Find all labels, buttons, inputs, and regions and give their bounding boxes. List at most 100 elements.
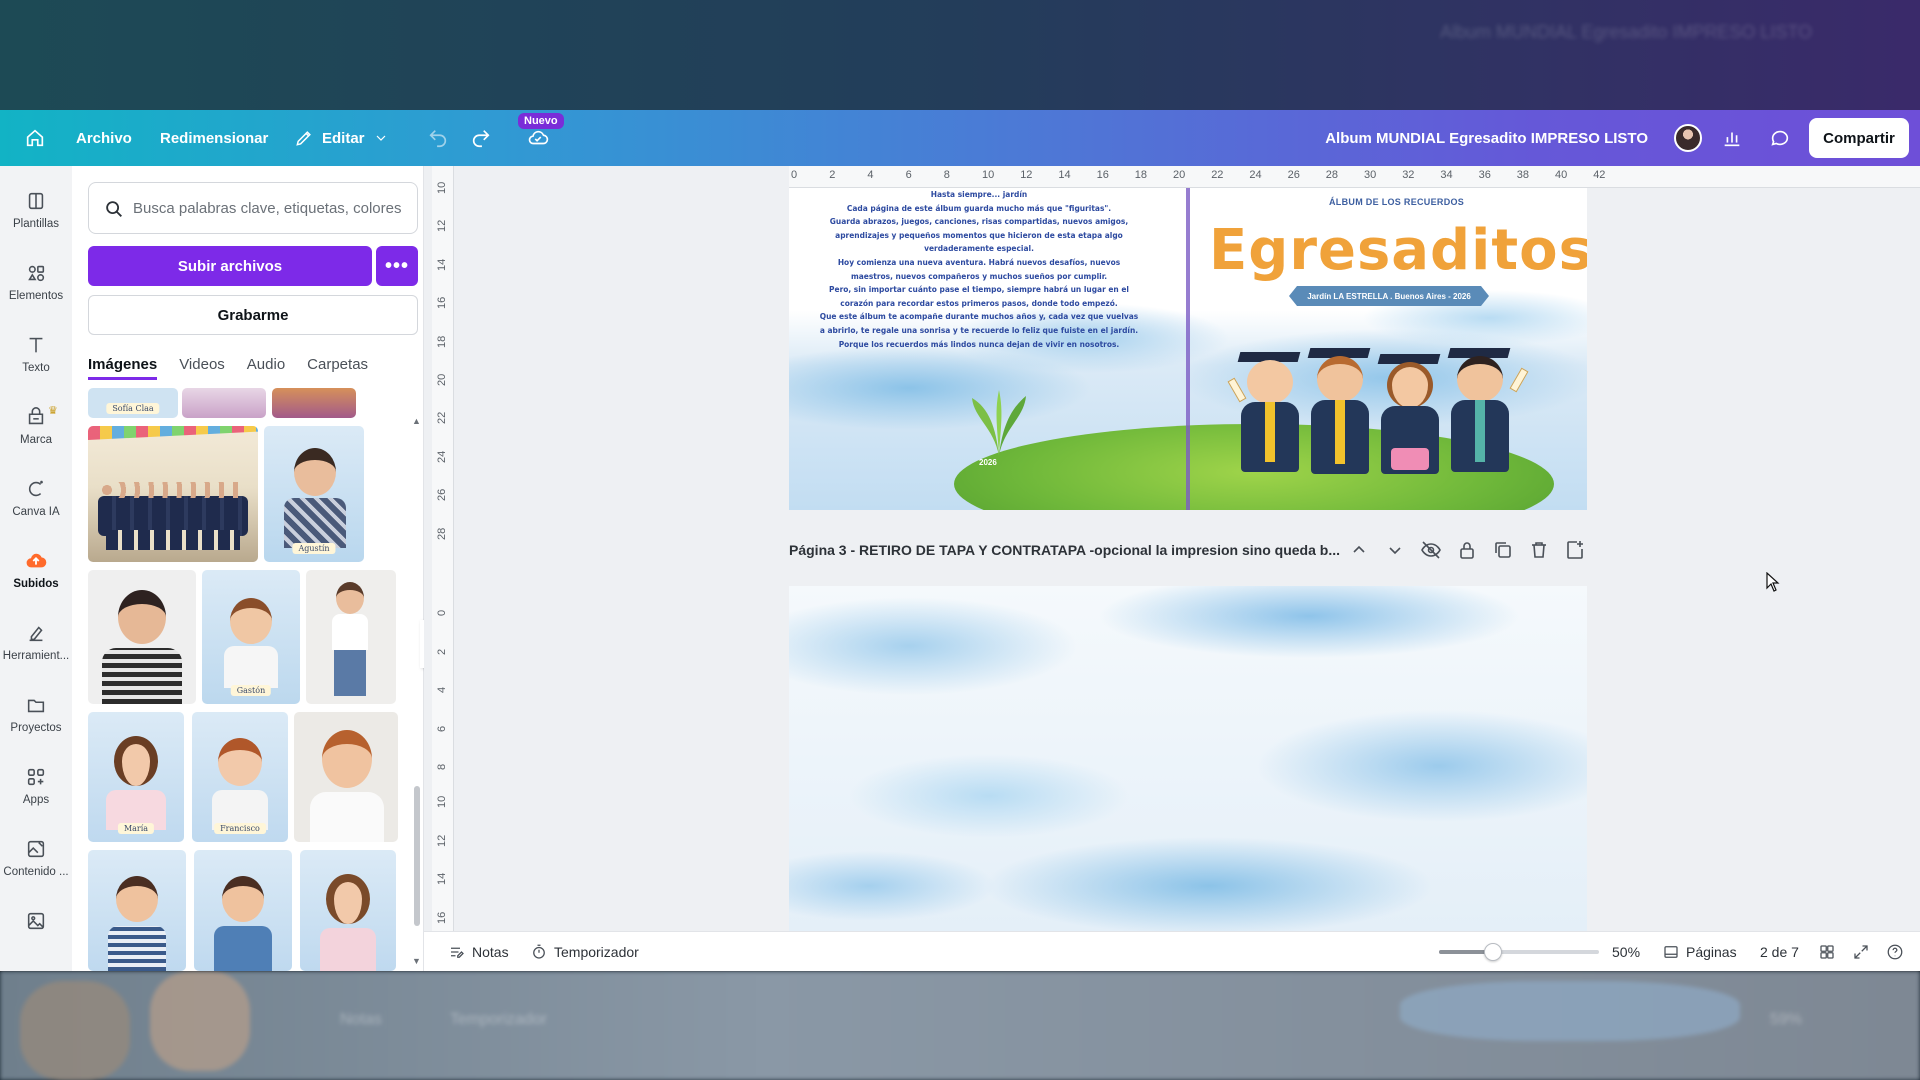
image-thumbnail-francisco[interactable]: Francisco [192, 712, 288, 842]
image-thumbnail[interactable] [294, 712, 398, 842]
fullscreen-button[interactable] [1852, 932, 1870, 971]
rail-item-plantillas[interactable]: Plantillas [0, 190, 72, 252]
hide-page-icon[interactable] [1419, 538, 1443, 562]
poem-line: Hasta siempre... jardín [930, 189, 1028, 199]
editar-dropdown[interactable]: Editar [294, 110, 389, 166]
add-page-icon[interactable] [1563, 538, 1587, 562]
pages-button[interactable]: Páginas [1662, 932, 1737, 971]
rail-item-texto[interactable]: Texto [0, 334, 72, 396]
home-button[interactable] [24, 110, 46, 166]
ruler-tick-label: 42 [1593, 169, 1606, 181]
image-thumbnail[interactable] [272, 388, 356, 418]
redimensionar-button[interactable]: Redimensionar [160, 110, 268, 166]
user-avatar[interactable] [1674, 124, 1702, 152]
scroll-up-arrow[interactable]: ▲ [412, 416, 421, 426]
tab-videos[interactable]: Videos [179, 356, 225, 380]
ruler-tick-label: 24 [1249, 169, 1262, 181]
image-thumbnail[interactable]: Sofía Claa [88, 388, 178, 418]
page-2-spread[interactable]: Hasta siempre... jardín Cada página de e… [789, 188, 1587, 510]
editar-label: Editar [322, 129, 365, 147]
rail-label: Apps [22, 794, 50, 806]
rail-item-elementos[interactable]: Elementos [0, 262, 72, 324]
rail-label: Subidos [13, 578, 59, 590]
insights-button[interactable] [1716, 122, 1748, 154]
rail-item-proyectos[interactable]: Proyectos [0, 694, 72, 756]
rail-item-subidos[interactable]: Subidos [0, 550, 72, 612]
ghost-timer: Temporizador [450, 1011, 547, 1028]
image-thumbnail-class-photo[interactable] [88, 426, 258, 562]
year-tag: 2026 [979, 458, 997, 467]
undo-button[interactable] [427, 110, 449, 166]
rail-item-marca[interactable]: Marca ♛ [0, 405, 72, 468]
ghost-notes: Notas [340, 1011, 382, 1028]
notes-button[interactable]: Notas [448, 932, 509, 971]
graduates-illustration[interactable] [1227, 338, 1529, 498]
duplicate-page-icon[interactable] [1491, 538, 1515, 562]
image-thumbnail[interactable] [300, 850, 396, 971]
page-3-title[interactable]: Página 3 - RETIRO DE TAPA Y CONTRATAPA -… [789, 542, 1359, 558]
image-thumbnail-maria[interactable]: María [88, 712, 184, 842]
rail-item-apps[interactable]: Apps [0, 766, 72, 828]
tab-carpetas[interactable]: Carpetas [307, 356, 368, 380]
upload-files-button[interactable]: Subir archivos [88, 246, 372, 286]
rail-label: Texto [22, 362, 50, 374]
notes-icon [451, 947, 464, 958]
image-thumbnail[interactable] [194, 850, 292, 971]
background-top-blur: Album MUNDIAL Egresadito IMPRESO LISTO [0, 0, 1920, 110]
search-input[interactable]: Busca palabras clave, etiquetas, colores [88, 182, 418, 234]
chevron-up-icon[interactable] [1347, 538, 1371, 562]
image-thumbnail[interactable] [88, 570, 196, 704]
uploaded-images-grid: Sofía Claa Agustín Gastón María Francisc… [88, 388, 408, 971]
chevron-down-icon[interactable] [1383, 538, 1407, 562]
lock-icon[interactable] [1455, 538, 1479, 562]
image-thumbnail[interactable] [182, 388, 266, 418]
thumb-label: Francisco [214, 823, 266, 834]
cover-ribbon[interactable]: Jardín LA ESTRELLA . Buenos Aires - 2026 [1289, 286, 1489, 306]
ruler-tick-label: 6 [905, 169, 912, 181]
share-button[interactable]: Compartir [1809, 118, 1909, 158]
record-yourself-button[interactable]: Grabarme [88, 295, 418, 335]
ruler-tick-label: 34 [1440, 169, 1453, 181]
zoom-slider[interactable] [1439, 943, 1599, 961]
page-3-canvas[interactable] [789, 586, 1587, 931]
cover-title[interactable]: Egresaditos [1209, 218, 1587, 283]
ruler-tick-label: 38 [1516, 169, 1530, 181]
timer-button[interactable]: Temporizador [530, 932, 639, 971]
ruler-tick-label: 28 [1325, 169, 1339, 181]
poem-text-block[interactable]: Hasta siempre... jardín Cada página de e… [809, 188, 1149, 351]
archivo-menu[interactable]: Archivo [76, 110, 132, 166]
thumb-label: Gastón [230, 685, 272, 696]
more-options-button[interactable]: ••• [376, 246, 418, 286]
document-title[interactable]: Album MUNDIAL Egresadito IMPRESO LISTO [1325, 110, 1648, 166]
image-thumbnail[interactable] [306, 570, 396, 704]
cover-kicker[interactable]: ÁLBUM DE LOS RECUERDOS [1329, 197, 1464, 207]
rail-item-images[interactable] [0, 910, 72, 971]
delete-page-icon[interactable] [1527, 538, 1551, 562]
rail-item-canva-ia[interactable]: Canva IA [0, 478, 72, 540]
poem-line: Guarda abrazos, juegos, canciones, risas… [829, 216, 1129, 227]
templates-icon [28, 192, 44, 210]
rail-item-herramientas[interactable]: Herramient... [0, 622, 72, 684]
ruler-tick-label: 20 [436, 373, 448, 386]
tab-audio[interactable]: Audio [247, 356, 285, 380]
page-counter[interactable]: 2 de 7 [1760, 932, 1799, 971]
grid-view-button[interactable] [1818, 932, 1836, 971]
image-thumbnail-gaston[interactable]: Gastón [202, 570, 300, 704]
content-icon [27, 840, 45, 858]
ruler-tick-label: 12 [1020, 169, 1033, 181]
image-thumbnail[interactable] [88, 850, 186, 971]
redo-button[interactable] [470, 110, 492, 166]
rail-item-contenido[interactable]: Contenido ... [0, 838, 72, 900]
folder-icon [27, 699, 45, 713]
ruler-tick-label: 0 [436, 610, 448, 617]
image-icon [27, 912, 45, 930]
comments-button[interactable] [1764, 122, 1796, 154]
zoom-level[interactable]: 50% [1612, 932, 1640, 971]
help-button[interactable] [1886, 932, 1904, 971]
tab-imagenes[interactable]: Imágenes [88, 356, 158, 380]
panel-scrollbar-thumb[interactable] [414, 786, 420, 926]
zoom-slider-handle[interactable] [1484, 943, 1503, 961]
rail-label: Contenido ... [3, 866, 69, 878]
scroll-down-arrow[interactable]: ▼ [412, 956, 421, 966]
image-thumbnail-agustin[interactable]: Agustín [264, 426, 364, 562]
